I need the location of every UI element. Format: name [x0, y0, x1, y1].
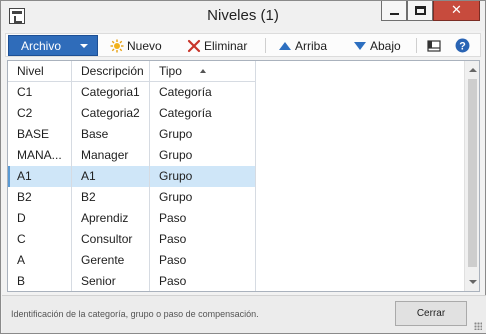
cell-descripcion: A1: [72, 166, 150, 187]
app-icon: [9, 8, 25, 24]
close-button[interactable]: Cerrar: [395, 301, 467, 326]
cell-descripcion: Base: [72, 124, 150, 145]
cell-nivel: A1: [8, 166, 72, 187]
nuevo-label: Nuevo: [127, 38, 162, 53]
cell-nivel: BASE: [8, 124, 72, 145]
cell-nivel: B: [8, 271, 72, 291]
status-footer: Identificación de la categoría, grupo o …: [2, 295, 486, 333]
table-row[interactable]: A Gerente Paso: [8, 250, 465, 271]
table-row-selected[interactable]: A1 A1 Grupo: [8, 166, 465, 187]
cell-descripcion: Consultor: [72, 229, 150, 250]
cell-descripcion: Manager: [72, 145, 150, 166]
toolbar: Archivo Nuevo Eliminar Arriba Abajo ?: [5, 33, 481, 57]
cell-tipo: Paso: [150, 229, 256, 250]
minimize-button[interactable]: [381, 1, 407, 21]
cell-tipo: Grupo: [150, 166, 256, 187]
cell-descripcion: Categoria2: [72, 103, 150, 124]
title-bar: Niveles (1) ✕: [1, 1, 485, 31]
table-row[interactable]: BASE Base Grupo: [8, 124, 465, 145]
arrow-down-icon: [354, 41, 366, 50]
layout-panel-icon: [427, 39, 441, 52]
scroll-down-icon[interactable]: [469, 280, 477, 284]
cell-tipo: Grupo: [150, 145, 256, 166]
levels-grid: Nivel Descripción Tipo C1 Categoria1 Cat…: [7, 60, 480, 292]
resize-grip-icon[interactable]: [474, 322, 482, 330]
table-row[interactable]: C1 Categoria1 Categoría: [8, 82, 465, 103]
maximize-icon: [414, 6, 426, 15]
toolbar-separator: [265, 38, 266, 53]
cell-descripcion: Gerente: [72, 250, 150, 271]
selection-marker: [8, 166, 10, 187]
archivo-menu-button[interactable]: Archivo: [8, 35, 98, 56]
table-row[interactable]: B Senior Paso: [8, 271, 465, 291]
eliminar-button[interactable]: Eliminar: [187, 36, 247, 55]
close-window-button[interactable]: ✕: [433, 1, 480, 21]
cell-tipo: Grupo: [150, 124, 256, 145]
cell-descripcion: Senior: [72, 271, 150, 291]
cell-tipo: Paso: [150, 250, 256, 271]
svg-text:?: ?: [459, 40, 466, 52]
abajo-button[interactable]: Abajo: [353, 36, 401, 55]
cell-nivel: D: [8, 208, 72, 229]
arrow-up-icon: [279, 41, 291, 50]
layout-button[interactable]: [427, 36, 444, 55]
cell-tipo: Paso: [150, 271, 256, 291]
eliminar-label: Eliminar: [204, 38, 248, 53]
cell-descripcion: B2: [72, 187, 150, 208]
column-header-nivel[interactable]: Nivel: [8, 61, 72, 82]
cell-tipo: Categoría: [150, 103, 256, 124]
new-sparkle-icon: [110, 39, 124, 52]
help-button[interactable]: ?: [455, 36, 473, 55]
cell-tipo: Categoría: [150, 82, 256, 103]
cell-nivel: B2: [8, 187, 72, 208]
arriba-label: Arriba: [295, 38, 328, 53]
column-header-descripcion[interactable]: Descripción: [72, 61, 150, 82]
chevron-down-icon: [80, 44, 88, 48]
cell-nivel: C: [8, 229, 72, 250]
cell-nivel: MANA...: [8, 145, 72, 166]
help-icon: ?: [455, 38, 470, 53]
delete-x-icon: [187, 39, 201, 52]
table-row[interactable]: MANA... Manager Grupo: [8, 145, 465, 166]
table-row[interactable]: D Aprendiz Paso: [8, 208, 465, 229]
grid-header-row: Nivel Descripción Tipo: [8, 61, 465, 82]
cell-nivel: A: [8, 250, 72, 271]
vertical-scrollbar[interactable]: [464, 61, 479, 291]
status-text: Identificación de la categoría, grupo o …: [11, 309, 259, 319]
table-row[interactable]: C Consultor Paso: [8, 229, 465, 250]
maximize-button[interactable]: [407, 1, 433, 21]
cell-nivel: C1: [8, 82, 72, 103]
cell-tipo: Grupo: [150, 187, 256, 208]
cell-nivel: C2: [8, 103, 72, 124]
scroll-up-icon[interactable]: [469, 68, 477, 72]
minimize-icon: [389, 12, 399, 15]
abajo-label: Abajo: [370, 38, 401, 53]
table-row[interactable]: C2 Categoria2 Categoría: [8, 103, 465, 124]
nuevo-button[interactable]: Nuevo: [110, 36, 162, 55]
scrollbar-thumb[interactable]: [468, 79, 477, 267]
close-icon: ✕: [451, 3, 462, 18]
archivo-label: Archivo: [21, 38, 62, 53]
toolbar-separator: [416, 38, 417, 53]
table-row[interactable]: B2 B2 Grupo: [8, 187, 465, 208]
arriba-button[interactable]: Arriba: [278, 36, 327, 55]
window: Niveles (1) ✕ Archivo Nuevo Eliminar Arr…: [0, 0, 486, 334]
cell-descripcion: Aprendiz: [72, 208, 150, 229]
cell-tipo: Paso: [150, 208, 256, 229]
cell-descripcion: Categoria1: [72, 82, 150, 103]
sort-ascending-icon: [200, 69, 206, 73]
